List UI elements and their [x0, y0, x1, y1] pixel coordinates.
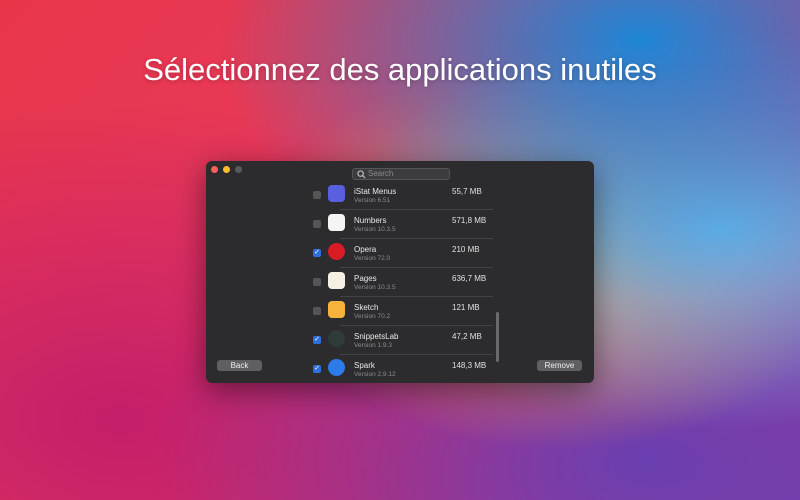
back-button[interactable]: Back [217, 360, 262, 371]
app-row[interactable]: ✓ Spark Version 2.9.12 148,3 MB [206, 356, 594, 383]
search-icon [357, 170, 366, 179]
app-version: Version 10.3.5 [354, 284, 396, 291]
app-icon [328, 359, 345, 376]
app-size: 636,7 MB [452, 274, 486, 283]
app-row[interactable]: ✓ Opera Version 72.0 210 MB [206, 240, 594, 269]
app-version: Version 10.3.5 [354, 226, 396, 233]
app-checkbox[interactable] [313, 307, 321, 315]
app-icon [328, 301, 345, 318]
app-name: Opera [354, 245, 376, 254]
app-checkbox[interactable] [313, 191, 321, 199]
app-icon [328, 185, 345, 202]
app-size: 47,2 MB [452, 332, 482, 341]
close-button[interactable] [211, 166, 218, 173]
app-size: 121 MB [452, 303, 480, 312]
app-checkbox[interactable] [313, 220, 321, 228]
minimize-button[interactable] [223, 166, 230, 173]
app-icon [328, 243, 345, 260]
divider [340, 238, 493, 239]
divider [340, 267, 493, 268]
search-input[interactable]: Search [352, 168, 450, 180]
app-icon [328, 272, 345, 289]
app-checkbox[interactable] [313, 278, 321, 286]
app-checkbox[interactable]: ✓ [313, 249, 321, 257]
app-row[interactable]: Pages Version 10.3.5 636,7 MB [206, 269, 594, 298]
headline: Sélectionnez des applications inutiles [0, 52, 800, 88]
app-version: Version 72.0 [354, 255, 390, 262]
app-version: Version 6.51 [354, 197, 390, 204]
app-checkbox[interactable]: ✓ [313, 336, 321, 344]
app-icon [328, 330, 345, 347]
remove-button[interactable]: Remove [537, 360, 582, 371]
app-row[interactable]: Numbers Version 10.3.5 571,8 MB [206, 211, 594, 240]
app-size: 148,3 MB [452, 361, 486, 370]
divider [340, 296, 493, 297]
app-checkbox[interactable]: ✓ [313, 365, 321, 373]
app-row[interactable]: iStat Menus Version 6.51 55,7 MB [206, 182, 594, 211]
app-name: Spark [354, 361, 375, 370]
app-size: 210 MB [452, 245, 480, 254]
search-placeholder: Search [368, 169, 393, 178]
app-row[interactable]: ✓ SnippetsLab Version 1.9.3 47,2 MB [206, 327, 594, 356]
app-size: 55,7 MB [452, 187, 482, 196]
app-version: Version 1.9.3 [354, 342, 392, 349]
app-name: iStat Menus [354, 187, 396, 196]
divider [340, 325, 493, 326]
app-list: iStat Menus Version 6.51 55,7 MB Numbers… [206, 182, 594, 383]
app-version: Version 70.2 [354, 313, 390, 320]
zoom-button[interactable] [235, 166, 242, 173]
app-name: Pages [354, 274, 377, 283]
app-name: Sketch [354, 303, 378, 312]
app-name: SnippetsLab [354, 332, 398, 341]
divider [340, 209, 493, 210]
app-name: Numbers [354, 216, 386, 225]
scrollbar[interactable] [496, 312, 499, 362]
divider [340, 354, 493, 355]
app-icon [328, 214, 345, 231]
app-window: Search iStat Menus Version 6.51 55,7 MB … [206, 161, 594, 383]
app-version: Version 2.9.12 [354, 371, 396, 378]
app-size: 571,8 MB [452, 216, 486, 225]
app-row[interactable]: Sketch Version 70.2 121 MB [206, 298, 594, 327]
